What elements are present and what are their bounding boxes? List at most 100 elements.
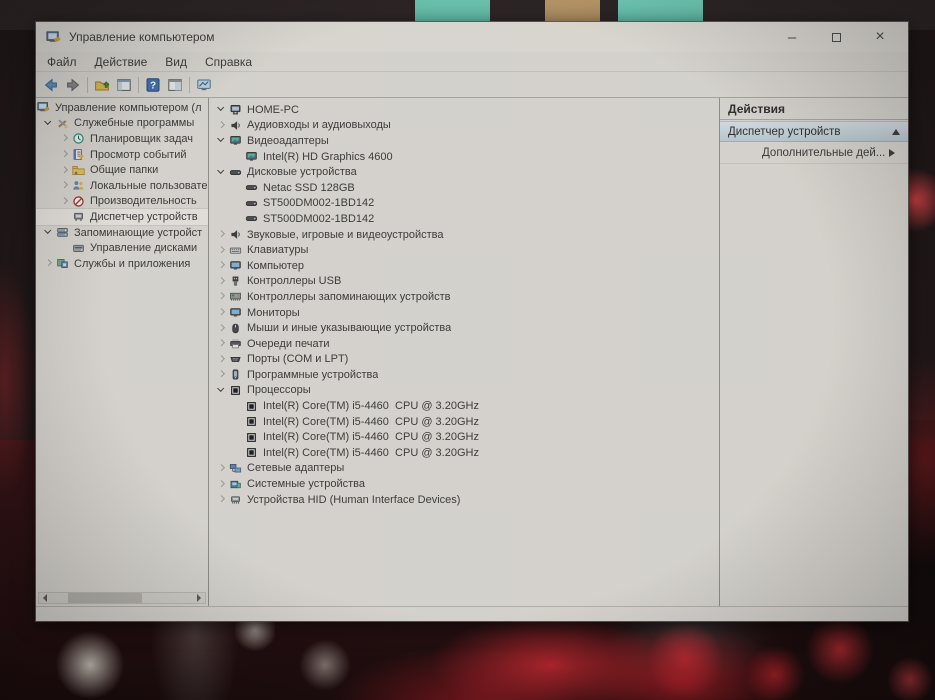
up-folder-button[interactable] bbox=[91, 75, 113, 95]
scroll-right-button[interactable] bbox=[193, 593, 205, 603]
actions-group-device-manager[interactable]: Диспетчер устройств bbox=[720, 121, 908, 142]
actions-pane: Действия Диспетчер устройств Дополнитель… bbox=[719, 98, 908, 606]
tree-item[interactable]: Системные устройства bbox=[209, 476, 719, 492]
tree-item[interactable]: Intel(R) Core(TM) i5-4460 CPU @ 3.20GHz bbox=[209, 414, 719, 430]
chevron-right-icon[interactable] bbox=[215, 478, 228, 491]
scroll-left-button[interactable] bbox=[39, 593, 51, 603]
tree-item[interactable]: Запоминающие устройст bbox=[36, 225, 208, 241]
chevron-right-icon[interactable] bbox=[215, 462, 228, 475]
tree-item-label: Диспетчер устройств bbox=[90, 210, 198, 223]
chevron-down-icon[interactable] bbox=[215, 134, 228, 147]
chevron-right-icon[interactable] bbox=[215, 322, 228, 335]
chevron-placeholder bbox=[231, 400, 244, 413]
toolbar-separator bbox=[189, 76, 190, 93]
tree-item[interactable]: Планировщик задач bbox=[36, 131, 208, 147]
menu-item-3[interactable]: Справка bbox=[196, 53, 261, 71]
tree-item[interactable]: Просмотр событий bbox=[36, 147, 208, 163]
tree-item[interactable]: Общие папки bbox=[36, 162, 208, 178]
chevron-right-icon[interactable] bbox=[215, 275, 228, 288]
maximize-button[interactable] bbox=[814, 22, 858, 52]
back-button[interactable] bbox=[40, 75, 62, 95]
chevron-right-icon[interactable] bbox=[215, 119, 228, 132]
chevron-right-icon[interactable] bbox=[215, 228, 228, 241]
chevron-right-icon[interactable] bbox=[58, 132, 71, 145]
tree-item[interactable]: Процессоры bbox=[209, 383, 719, 399]
chevron-down-icon[interactable] bbox=[215, 103, 228, 116]
chevron-down-icon[interactable] bbox=[215, 166, 228, 179]
chevron-right-icon[interactable] bbox=[215, 244, 228, 257]
tree-item[interactable]: Аудиовходы и аудиовыходы bbox=[209, 118, 719, 134]
chevron-right-icon[interactable] bbox=[215, 290, 228, 303]
tree-item[interactable]: Видеоадаптеры bbox=[209, 133, 719, 149]
menu-item-2[interactable]: Вид bbox=[156, 53, 196, 71]
help-button[interactable] bbox=[142, 75, 164, 95]
close-icon: × bbox=[875, 28, 885, 45]
tree-item[interactable]: Производительность bbox=[36, 194, 208, 210]
tree-item[interactable]: ST500DM002-1BD142 bbox=[209, 196, 719, 212]
actions-more-actions[interactable]: Дополнительные дей... bbox=[720, 142, 908, 164]
tree-item[interactable]: Netac SSD 128GB bbox=[209, 180, 719, 196]
chevron-right-icon[interactable] bbox=[215, 368, 228, 381]
chevron-right-icon[interactable] bbox=[58, 195, 71, 208]
chevron-down-icon[interactable] bbox=[42, 226, 55, 239]
properties-window-button[interactable] bbox=[164, 75, 186, 95]
tree-item[interactable]: Контроллеры запоминающих устройств bbox=[209, 289, 719, 305]
scrollbar-track[interactable] bbox=[51, 593, 193, 603]
tree-item[interactable]: Intel(R) Core(TM) i5-4460 CPU @ 3.20GHz bbox=[209, 429, 719, 445]
tree-item-label: Контроллеры USB bbox=[247, 275, 342, 288]
tree-item[interactable]: Компьютер bbox=[209, 258, 719, 274]
tree-item[interactable]: Порты (COM и LPT) bbox=[209, 352, 719, 368]
folder-shared-icon bbox=[71, 164, 86, 177]
collapse-group-icon[interactable] bbox=[892, 125, 900, 135]
close-button[interactable]: × bbox=[858, 22, 902, 52]
network-icon bbox=[228, 462, 243, 475]
console-display-button[interactable] bbox=[193, 75, 215, 95]
tree-item[interactable]: Мыши и иные указывающие устройства bbox=[209, 320, 719, 336]
tree-item[interactable]: Очереди печати bbox=[209, 336, 719, 352]
chevron-right-icon[interactable] bbox=[58, 148, 71, 161]
tree-item[interactable]: ST500DM002-1BD142 bbox=[209, 211, 719, 227]
chevron-right-icon[interactable] bbox=[42, 257, 55, 270]
chevron-right-icon[interactable] bbox=[215, 493, 228, 506]
tree-item[interactable]: Intel(R) HD Graphics 4600 bbox=[209, 149, 719, 165]
tree-item[interactable]: HOME-PC bbox=[209, 102, 719, 118]
minimize-icon: – bbox=[787, 28, 797, 46]
tree-item-label: Процессоры bbox=[247, 384, 311, 397]
tree-item[interactable]: Службы и приложения bbox=[36, 256, 208, 272]
forward-button[interactable] bbox=[62, 75, 84, 95]
tree-item[interactable]: Клавиатуры bbox=[209, 242, 719, 258]
console-window-button[interactable] bbox=[113, 75, 135, 95]
menu-item-0[interactable]: Файл bbox=[38, 53, 86, 71]
tree-item[interactable]: Служебные программы bbox=[36, 116, 208, 132]
cpu-icon bbox=[228, 384, 243, 397]
tree-item[interactable]: Контроллеры USB bbox=[209, 274, 719, 290]
titlebar[interactable]: Управление компьютером – × bbox=[36, 22, 908, 52]
chevron-right-icon[interactable] bbox=[215, 259, 228, 272]
tree-item[interactable]: Локальные пользовате bbox=[36, 178, 208, 194]
chevron-right-icon[interactable] bbox=[215, 353, 228, 366]
scrollbar-thumb[interactable] bbox=[68, 593, 142, 603]
tree-item[interactable]: Intel(R) Core(TM) i5-4460 CPU @ 3.20GHz bbox=[209, 398, 719, 414]
help-icon bbox=[145, 77, 161, 93]
tree-item[interactable]: Сетевые адаптеры bbox=[209, 461, 719, 477]
tree-item[interactable]: Дисковые устройства bbox=[209, 164, 719, 180]
tree-item[interactable]: Мониторы bbox=[209, 305, 719, 321]
chevron-right-icon[interactable] bbox=[215, 337, 228, 350]
chevron-right-icon[interactable] bbox=[58, 164, 71, 177]
tree-item[interactable]: Диспетчер устройств bbox=[36, 208, 208, 226]
more-actions-label: Дополнительные дей... bbox=[762, 146, 886, 159]
minimize-button[interactable]: – bbox=[770, 22, 814, 52]
tree-item[interactable]: Управление дисками bbox=[36, 240, 208, 256]
horizontal-scrollbar[interactable] bbox=[38, 592, 206, 604]
chevron-right-icon[interactable] bbox=[215, 306, 228, 319]
chevron-down-icon[interactable] bbox=[215, 384, 228, 397]
menu-item-1[interactable]: Действие bbox=[86, 53, 157, 71]
chevron-down-icon[interactable] bbox=[42, 117, 55, 130]
tree-item[interactable]: Intel(R) Core(TM) i5-4460 CPU @ 3.20GHz bbox=[209, 445, 719, 461]
tree-item[interactable]: Устройства HID (Human Interface Devices) bbox=[209, 492, 719, 508]
tree-item[interactable]: Управление компьютером (л bbox=[36, 100, 208, 116]
chevron-placeholder bbox=[231, 150, 244, 163]
chevron-right-icon[interactable] bbox=[58, 179, 71, 192]
tree-item[interactable]: Звуковые, игровые и видеоустройства bbox=[209, 227, 719, 243]
tree-item[interactable]: Программные устройства bbox=[209, 367, 719, 383]
